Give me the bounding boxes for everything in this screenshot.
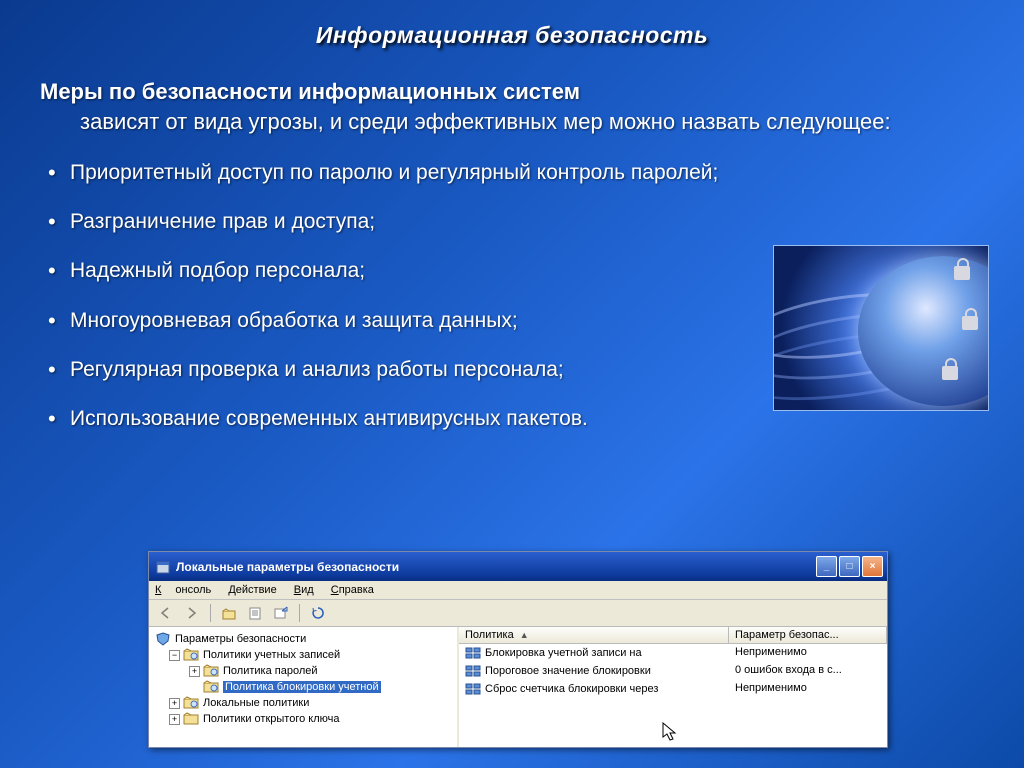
security-settings-window: Локальные параметры безопасности _ □ × К… — [148, 551, 888, 748]
menu-help[interactable]: Справка — [331, 584, 374, 596]
menu-console[interactable]: Консоль — [155, 584, 211, 596]
collapse-icon[interactable]: − — [169, 650, 180, 661]
window-title: Локальные параметры безопасности — [176, 560, 399, 574]
export-button[interactable] — [270, 603, 292, 623]
slide-title: Информационная безопасность — [0, 0, 1024, 49]
sort-asc-icon: ▲ — [520, 630, 529, 640]
expand-icon[interactable]: + — [189, 666, 200, 677]
menu-action[interactable]: Действие — [228, 584, 276, 596]
bullet-item: Разграничение прав и доступа; — [40, 208, 760, 235]
back-button[interactable] — [155, 603, 177, 623]
folder-icon — [183, 712, 199, 726]
expand-icon[interactable]: + — [169, 714, 180, 725]
shield-icon — [155, 632, 171, 646]
window-titlebar[interactable]: Локальные параметры безопасности _ □ × — [149, 552, 887, 581]
folder-icon — [183, 696, 199, 710]
menu-bar: Консоль Действие Вид Справка — [149, 581, 887, 600]
tree-item[interactable]: + Политика паролей — [151, 663, 455, 679]
tree-item-selected[interactable]: Политика блокировки учетной — [151, 679, 455, 695]
column-value[interactable]: Параметр безопас... — [729, 627, 887, 643]
tree-item[interactable]: − Политики учетных записей — [151, 647, 455, 663]
properties-button[interactable] — [244, 603, 266, 623]
policy-icon — [465, 682, 481, 696]
forward-button[interactable] — [181, 603, 203, 623]
folder-icon — [183, 648, 199, 662]
content-subheading: зависят от вида угрозы, и среди эффектив… — [40, 107, 984, 137]
folder-icon — [203, 664, 219, 678]
menu-view[interactable]: Вид — [294, 584, 314, 596]
column-policy[interactable]: Политика▲ — [459, 627, 729, 643]
list-pane: Политика▲ Параметр безопас... Блокировка… — [459, 627, 887, 747]
window-icon — [155, 559, 171, 575]
tree-item[interactable]: + Политики открытого ключа — [151, 711, 455, 727]
close-button[interactable]: × — [862, 556, 883, 577]
tree-item[interactable]: + Локальные политики — [151, 695, 455, 711]
minimize-button[interactable]: _ — [816, 556, 837, 577]
folder-icon — [203, 680, 219, 694]
maximize-button[interactable]: □ — [839, 556, 860, 577]
policy-icon — [465, 664, 481, 678]
list-row[interactable]: Сброс счетчика блокировки через Непримен… — [459, 680, 887, 698]
toolbar — [149, 600, 887, 627]
tree-pane[interactable]: Параметры безопасности − Политики учетны… — [149, 627, 459, 747]
tree-root[interactable]: Параметры безопасности — [151, 631, 455, 647]
bullet-item: Надежный подбор персонала; — [40, 257, 760, 284]
expand-icon[interactable]: + — [169, 698, 180, 709]
policy-icon — [465, 646, 481, 660]
list-row[interactable]: Пороговое значение блокировки 0 ошибок в… — [459, 662, 887, 680]
list-row[interactable]: Блокировка учетной записи на Неприменимо — [459, 644, 887, 662]
bullet-item: Приоритетный доступ по паролю и регулярн… — [40, 159, 760, 186]
up-button[interactable] — [218, 603, 240, 623]
decorative-image — [773, 245, 989, 411]
content-heading: Меры по безопасности информационных сист… — [40, 79, 984, 105]
list-header: Политика▲ Параметр безопас... — [459, 627, 887, 644]
refresh-button[interactable] — [307, 603, 329, 623]
